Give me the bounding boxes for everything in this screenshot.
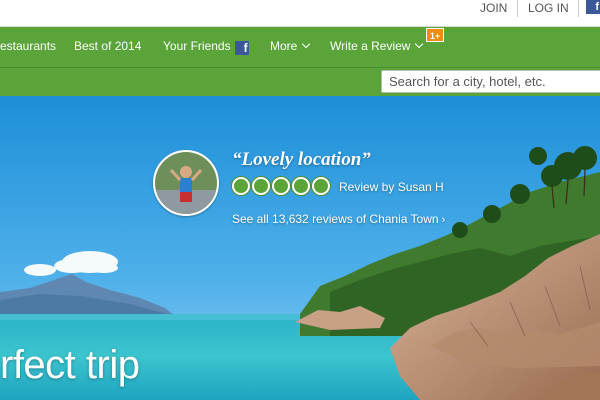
avatar-photo — [155, 152, 217, 214]
nav-more[interactable]: More — [270, 27, 311, 67]
hero-tagline: rfect trip — [0, 343, 140, 387]
review-title[interactable]: “Lovely location” — [232, 149, 371, 171]
login-link[interactable]: LOG IN — [528, 0, 569, 16]
search-input[interactable] — [381, 70, 600, 93]
join-link[interactable]: JOIN — [480, 0, 507, 16]
arrow-right-icon: › — [441, 214, 446, 226]
notification-badge[interactable]: 1+ — [426, 28, 444, 42]
see-all-reviews-link[interactable]: See all 13,632 reviews of Chania Town › — [232, 212, 445, 226]
nav-restaurants[interactable]: estaurants — [0, 27, 56, 67]
main-nav: estaurants Best of 2014 Your Friends f Mo… — [0, 27, 600, 68]
facebook-icon: f — [234, 41, 249, 55]
rating-bubble-icon — [292, 177, 310, 195]
top-utility-bar: JOIN LOG IN f — [0, 0, 600, 27]
facebook-icon[interactable]: f — [586, 0, 600, 14]
nav-write-review[interactable]: Write a Review — [330, 27, 424, 67]
nav-your-friends[interactable]: Your Friends f — [163, 27, 249, 67]
nav-best-of[interactable]: Best of 2014 — [74, 27, 141, 67]
reviewer-avatar[interactable] — [153, 150, 219, 216]
nav-your-friends-label: Your Friends — [163, 39, 231, 53]
rating-bubble-icon — [312, 177, 330, 195]
see-all-label: See all 13,632 reviews of Chania Town — [232, 212, 439, 226]
rating-bubbles — [232, 177, 332, 195]
chevron-down-icon — [415, 39, 424, 49]
reviewer-name[interactable]: Review by Susan H — [339, 180, 444, 194]
rating-bubble-icon — [232, 177, 250, 195]
rating-bubble-icon — [252, 177, 270, 195]
chevron-down-icon — [302, 39, 311, 49]
nav-more-label: More — [270, 39, 298, 53]
rating-bubble-icon — [272, 177, 290, 195]
divider — [578, 0, 579, 17]
nav-write-review-label: Write a Review — [330, 39, 411, 53]
divider — [517, 0, 518, 17]
